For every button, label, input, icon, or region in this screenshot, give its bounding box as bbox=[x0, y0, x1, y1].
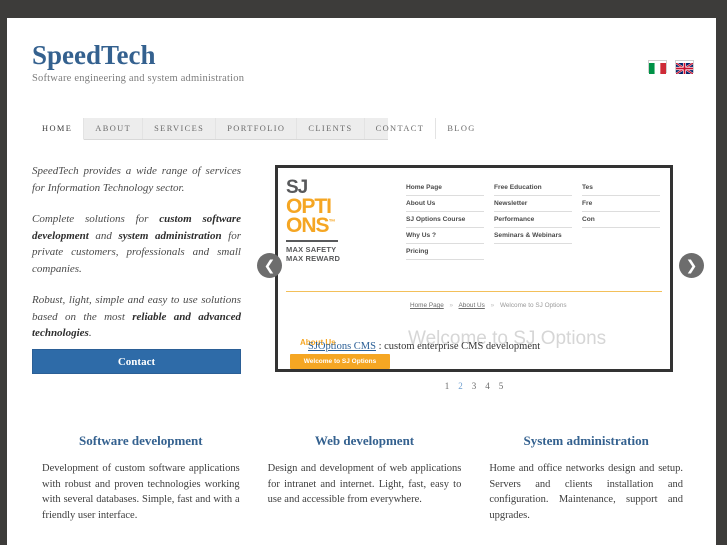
intro-paragraph-1: SpeedTech provides a wide range of servi… bbox=[32, 163, 241, 196]
service-body: Home and office networks design and setu… bbox=[489, 463, 683, 521]
slide-menu-item[interactable]: Why Us ? bbox=[406, 228, 484, 244]
slide-menu-column-2: Free Education Newsletter Performance Se… bbox=[494, 180, 572, 260]
nav-item-about[interactable]: ABOUT bbox=[84, 118, 144, 139]
trademark-icon: ™ bbox=[328, 219, 336, 227]
nav-item-clients[interactable]: CLIENTS bbox=[297, 118, 365, 139]
logo-line-1: SJ bbox=[286, 177, 308, 198]
carousel-page-5[interactable]: 5 bbox=[499, 381, 504, 391]
slide-breadcrumb: Home Page » About Us » Welcome to SJ Opt… bbox=[410, 302, 567, 309]
nav-item-services[interactable]: SERVICES bbox=[143, 118, 217, 139]
carousel-page-3[interactable]: 3 bbox=[472, 381, 477, 391]
logo-line-3-text: ONS bbox=[286, 214, 330, 238]
breadcrumb-current: Welcome to SJ Options bbox=[499, 302, 567, 309]
logo-divider bbox=[286, 239, 338, 242]
nav-item-contact[interactable]: CONTACT bbox=[365, 118, 437, 139]
intro-text-2a: Complete solutions for bbox=[32, 213, 160, 225]
intro-text-2d: system administration bbox=[118, 229, 222, 242]
carousel-next-icon[interactable]: ❯ bbox=[679, 253, 704, 278]
logo-subtitle-1: MAX SAFETY bbox=[286, 244, 337, 254]
italian-flag-icon[interactable] bbox=[648, 60, 667, 74]
carousel-caption-text: : custom enterprise CMS development bbox=[375, 341, 541, 352]
breadcrumb-separator: » bbox=[449, 302, 454, 309]
nav-item-home[interactable]: HOME bbox=[31, 118, 85, 140]
service-card-web-development: Web development Design and development o… bbox=[254, 433, 476, 523]
carousel-frame[interactable]: SJ OPTI ONS™ MAX SAFETY MAX REWARD Home … bbox=[275, 165, 673, 372]
slide-menu-column-1: Home Page About Us SJ Options Course Why… bbox=[406, 180, 484, 260]
main-navigation: HOME ABOUT SERVICES PORTFOLIO CLIENTS CO… bbox=[31, 118, 474, 140]
site-title: SpeedTech bbox=[32, 40, 156, 70]
slide-menu-item[interactable]: Seminars & Webinars bbox=[494, 228, 572, 244]
breadcrumb-home[interactable]: Home Page bbox=[410, 302, 444, 309]
carousel-pagination: 1 2 3 4 5 bbox=[275, 381, 673, 391]
logo-line-3: ONS™ bbox=[286, 214, 344, 238]
site-branding[interactable]: SpeedTech Software engineering and syste… bbox=[32, 40, 244, 84]
site-header: SpeedTech Software engineering and syste… bbox=[7, 18, 716, 92]
slide-menu: Home Page About Us SJ Options Course Why… bbox=[406, 180, 670, 260]
page-canvas: SpeedTech Software engineering and syste… bbox=[7, 18, 716, 545]
slide-cta-button[interactable]: Welcome to SJ Options bbox=[290, 354, 390, 369]
carousel-page-1[interactable]: 1 bbox=[445, 381, 450, 391]
slide-menu-item[interactable]: SJ Options Course bbox=[406, 212, 484, 228]
slide-menu-column-3: Tes Fre Con bbox=[582, 180, 660, 260]
contact-button[interactable]: Contact bbox=[32, 349, 241, 374]
slide-cta-label: Welcome to SJ Options bbox=[303, 358, 377, 365]
browser-viewport: SpeedTech Software engineering and syste… bbox=[0, 0, 727, 545]
intro-text-3c: . bbox=[88, 327, 92, 339]
slide-menu-item[interactable]: Pricing bbox=[406, 244, 484, 260]
carousel-page-2[interactable]: 2 bbox=[458, 381, 463, 391]
intro-paragraph-2: Complete solutions for custom software d… bbox=[32, 211, 241, 277]
breadcrumb-about[interactable]: About Us bbox=[459, 302, 485, 309]
slide-menu-item[interactable]: Fre bbox=[582, 196, 660, 212]
slide-menu-item[interactable]: Con bbox=[582, 212, 660, 228]
sj-options-logo: SJ OPTI ONS™ MAX SAFETY MAX REWARD bbox=[286, 177, 344, 263]
intro-text-1: SpeedTech provides a wide range of servi… bbox=[32, 165, 241, 194]
slide-menu-item[interactable]: Tes bbox=[582, 180, 660, 196]
services-row: Software development Development of cust… bbox=[32, 433, 697, 523]
service-card-software-development: Software development Development of cust… bbox=[32, 433, 254, 523]
slide-menu-item[interactable]: About Us bbox=[406, 196, 484, 212]
breadcrumb-separator: » bbox=[490, 302, 495, 309]
service-title: Web development bbox=[314, 433, 415, 448]
uk-flag-icon[interactable] bbox=[675, 60, 694, 75]
carousel-prev-icon[interactable]: ❮ bbox=[257, 253, 282, 278]
service-card-system-administration: System administration Home and office ne… bbox=[475, 433, 697, 523]
carousel-slide-image: SJ OPTI ONS™ MAX SAFETY MAX REWARD Home … bbox=[278, 168, 670, 369]
intro-text-2c: and bbox=[88, 229, 119, 242]
carousel-caption-link[interactable]: SJOptions CMS bbox=[308, 341, 376, 352]
slide-menu-item[interactable]: Newsletter bbox=[494, 196, 572, 212]
site-tagline: Software engineering and system administ… bbox=[32, 73, 245, 84]
service-body: Design and development of web applicatio… bbox=[267, 463, 462, 505]
slide-menu-item[interactable]: Free Education bbox=[494, 180, 572, 196]
slide-divider bbox=[286, 291, 662, 292]
slide-menu-item[interactable]: Performance bbox=[494, 212, 572, 228]
intro-paragraph-3: Robust, light, simple and easy to use so… bbox=[32, 292, 241, 342]
language-switcher bbox=[648, 60, 694, 75]
intro-column: SpeedTech provides a wide range of servi… bbox=[32, 163, 241, 357]
service-title: Software development bbox=[79, 433, 203, 448]
carousel-caption: SJOptions CMS : custom enterprise CMS de… bbox=[308, 341, 540, 352]
nav-item-blog[interactable]: BLOG bbox=[436, 118, 486, 139]
slide-menu-item[interactable]: Home Page bbox=[406, 180, 484, 196]
nav-item-portfolio[interactable]: PORTFOLIO bbox=[216, 118, 298, 139]
carousel-page-4[interactable]: 4 bbox=[485, 381, 490, 391]
logo-subtitle-2: MAX REWARD bbox=[286, 253, 341, 263]
service-title: System administration bbox=[523, 433, 649, 448]
service-body: Development of custom software applicati… bbox=[42, 463, 240, 521]
